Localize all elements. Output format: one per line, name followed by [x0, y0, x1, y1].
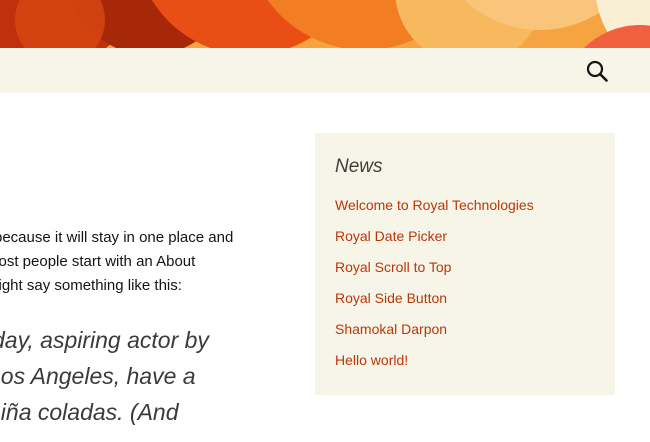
news-link-date-picker[interactable]: Royal Date Picker — [335, 228, 447, 244]
quote-line: piña coladas. (And — [0, 399, 179, 425]
search-toggle[interactable] — [580, 54, 614, 88]
news-list: Welcome to Royal Technologies Royal Date… — [335, 197, 595, 383]
widget-title: News — [335, 156, 383, 177]
news-link-welcome[interactable]: Welcome to Royal Technologies — [335, 197, 534, 213]
header-artwork — [0, 0, 650, 48]
news-link-scroll-to-top[interactable]: Royal Scroll to Top — [335, 259, 451, 275]
news-link-shamokal-darpon[interactable]: Shamokal Darpon — [335, 321, 447, 337]
paragraph-line: because it will stay in one place and — [0, 229, 234, 246]
paragraph-line: might say something like this: — [0, 277, 182, 294]
search-icon — [586, 60, 608, 82]
list-item: Hello world! — [335, 352, 595, 383]
list-item: Royal Side Button — [335, 290, 595, 321]
list-item: Shamokal Darpon — [335, 321, 595, 352]
post-paragraph: because it will stay in one place and Mo… — [0, 226, 284, 298]
list-item: Welcome to Royal Technologies — [335, 197, 595, 228]
quote-line: Los Angeles, have a — [0, 363, 196, 389]
news-widget: News Welcome to Royal Technologies Royal… — [315, 133, 615, 395]
list-item: Royal Scroll to Top — [335, 259, 595, 290]
post-content: because it will stay in one place and Mo… — [0, 93, 300, 442]
post-blockquote: day, aspiring actor by Los Angeles, have… — [0, 322, 292, 430]
list-item: Royal Date Picker — [335, 228, 595, 259]
news-link-hello-world[interactable]: Hello world! — [335, 352, 408, 368]
header-banner — [0, 0, 650, 48]
navigation-bar — [0, 48, 650, 93]
news-link-side-button[interactable]: Royal Side Button — [335, 290, 447, 306]
paragraph-line: Most people start with an About — [0, 253, 196, 270]
quote-line: day, aspiring actor by — [0, 327, 209, 353]
